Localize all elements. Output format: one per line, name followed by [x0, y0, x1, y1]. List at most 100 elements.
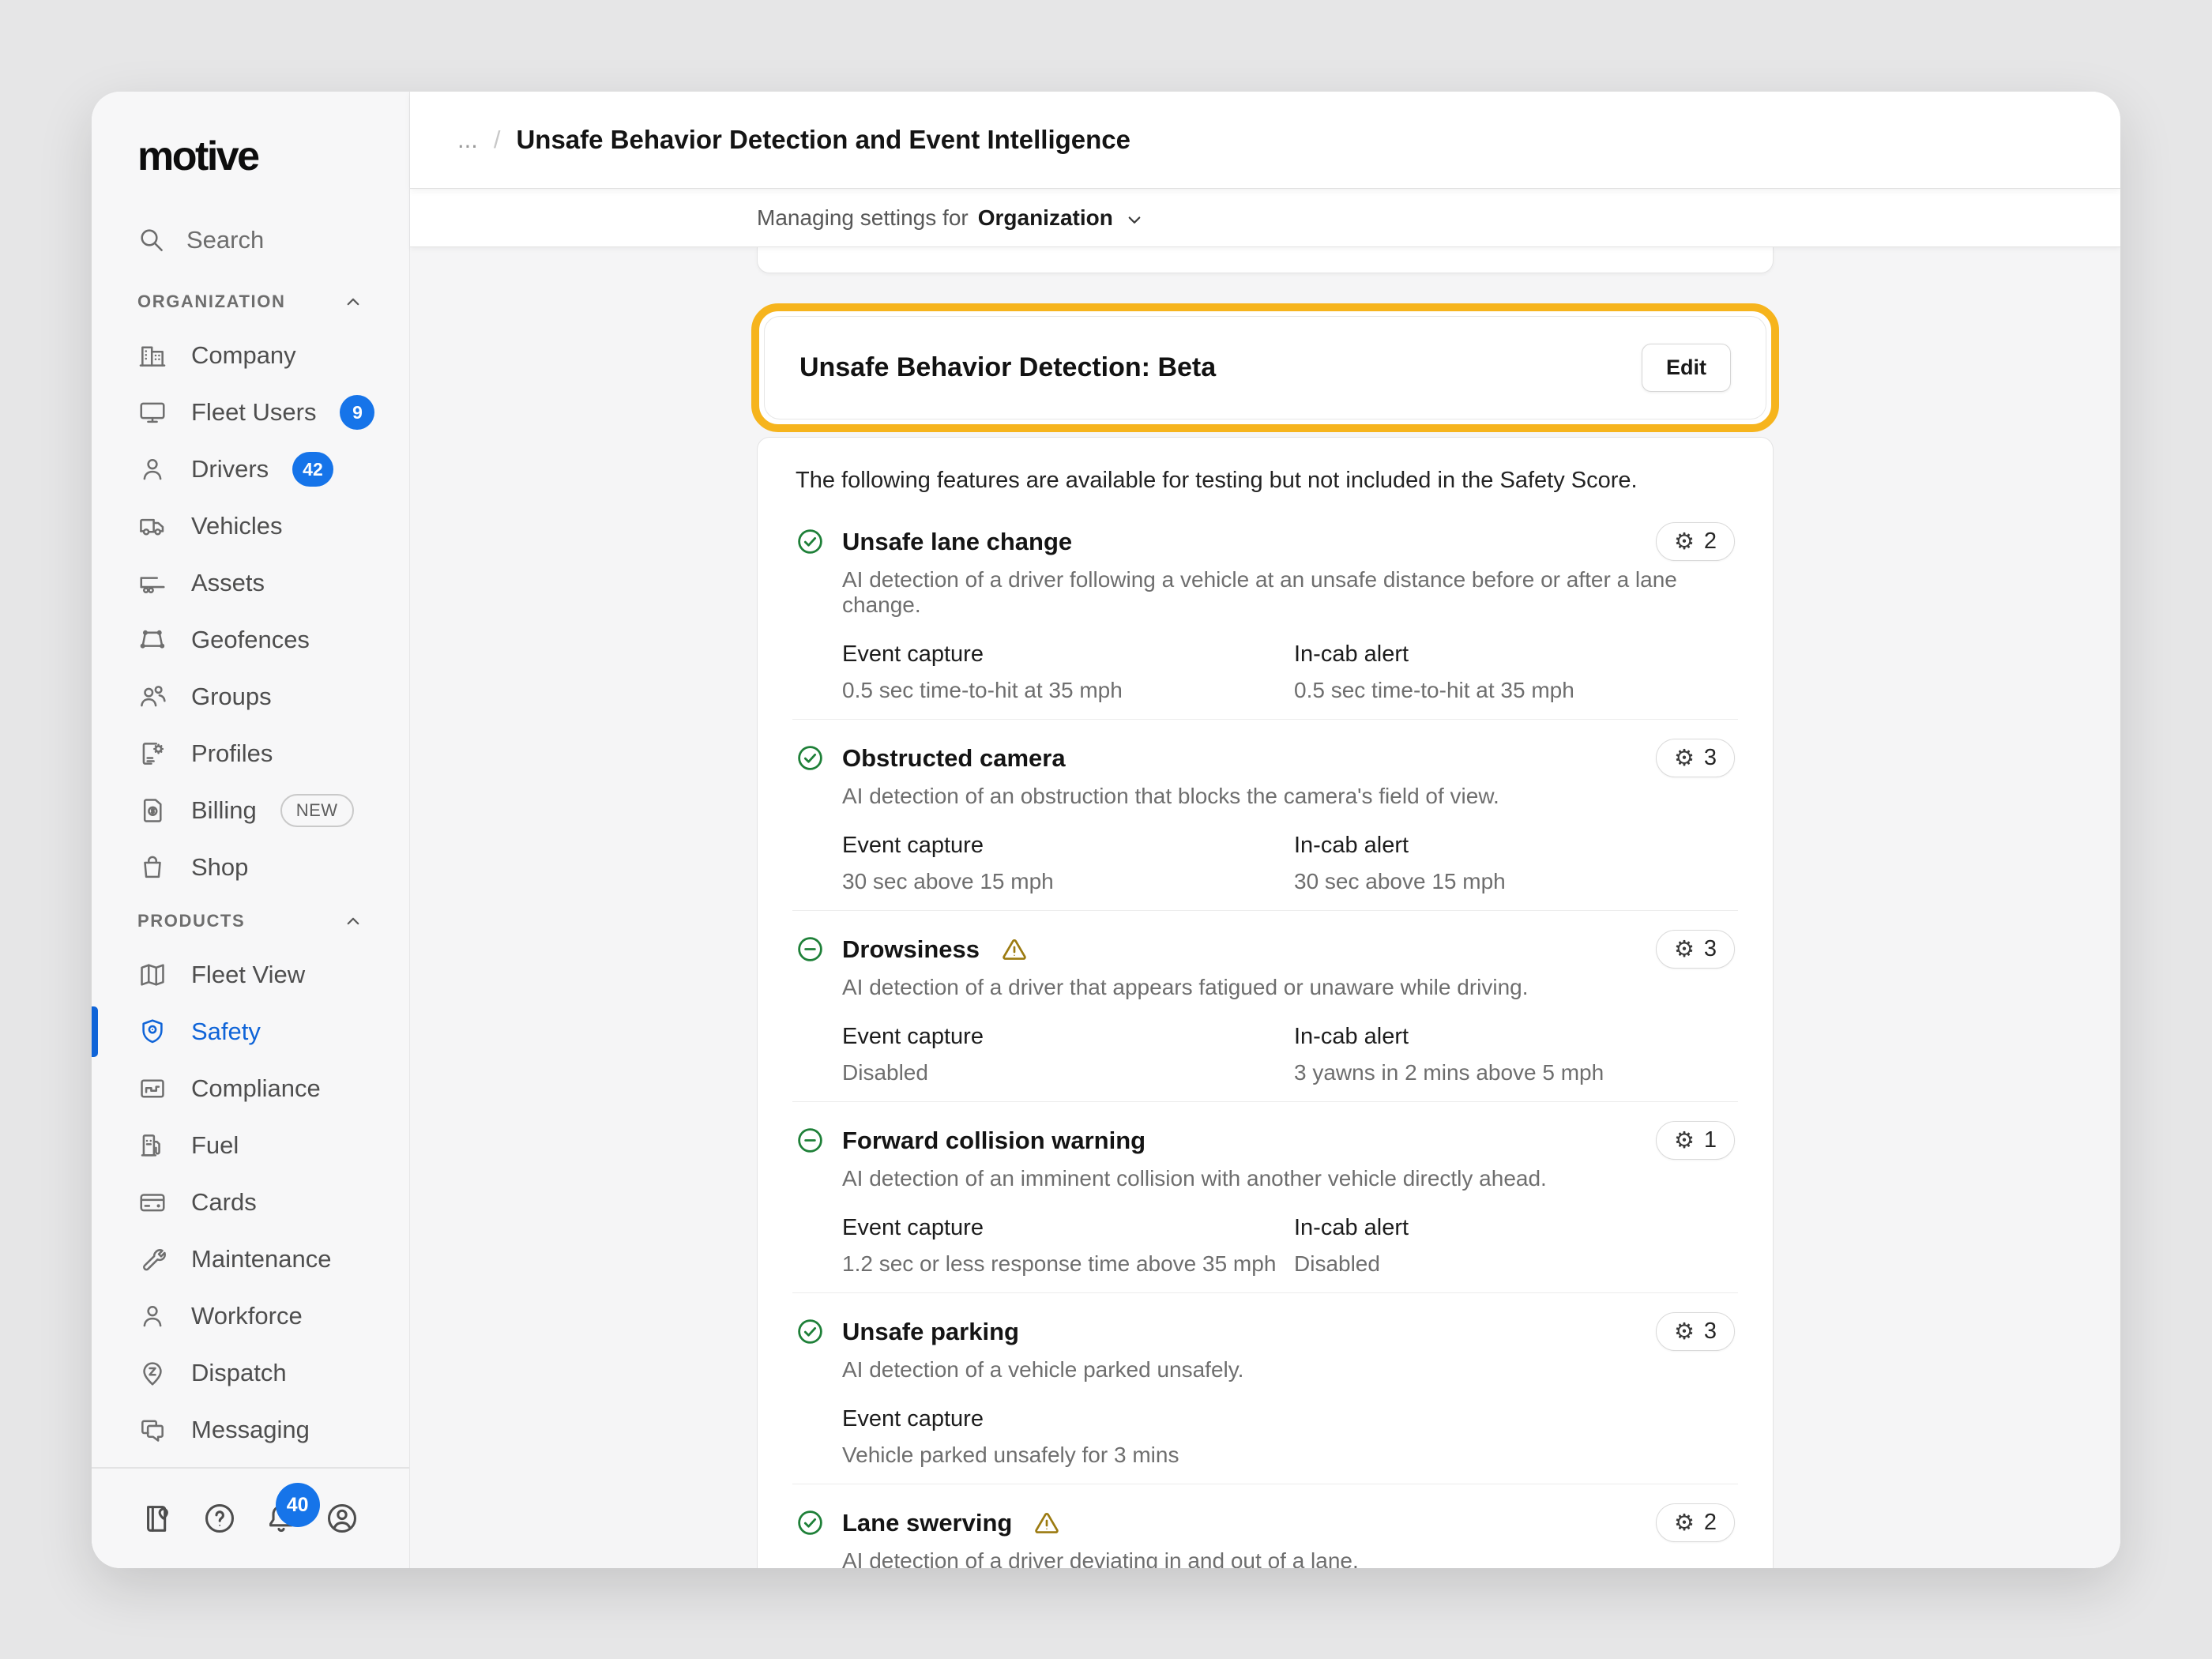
- notifications-bell-icon[interactable]: 40: [263, 1500, 299, 1537]
- gear-icon: ⚙: [1674, 1320, 1695, 1343]
- sidebar-item-label: Fleet View: [191, 961, 305, 989]
- sidebar-item-workforce[interactable]: Workforce: [92, 1288, 409, 1345]
- column-value: 1.2 sec or less response time above 35 m…: [842, 1251, 1294, 1277]
- feature-description: AI detection of an obstruction that bloc…: [842, 784, 1735, 809]
- sidebar-item-label: Shop: [191, 853, 248, 882]
- fuel-pump-icon: [137, 1130, 167, 1161]
- sidebar-item-label: Maintenance: [191, 1245, 332, 1273]
- feature-lane-swerving: Lane swerving ⚙ 2 AI detection of a driv…: [792, 1484, 1738, 1568]
- check-circle-icon: [796, 1508, 825, 1537]
- feature-settings-badge[interactable]: ⚙ 3: [1656, 930, 1735, 969]
- search-input[interactable]: Search: [137, 226, 409, 254]
- sidebar-item-shop[interactable]: Shop: [92, 839, 409, 896]
- sidebar-item-label: Groups: [191, 683, 272, 711]
- sidebar-item-billing[interactable]: Billing NEW: [92, 782, 409, 839]
- truck-icon: [137, 511, 167, 541]
- breadcrumb: ... / Unsafe Behavior Detection and Even…: [410, 92, 2120, 189]
- feature-setting-column: In-cab alert 3 yawns in 2 mins above 5 m…: [1294, 1024, 1735, 1085]
- sidebar-item-label: Dispatch: [191, 1359, 287, 1387]
- sidebar-section-label: ORGANIZATION: [137, 292, 285, 312]
- feature-description: AI detection of a driver deviating in an…: [842, 1548, 1735, 1568]
- chevron-up-icon[interactable]: [341, 290, 365, 314]
- beta-card-intro: The following features are available for…: [792, 438, 1738, 503]
- column-value: 0.5 sec time-to-hit at 35 mph: [1294, 678, 1735, 703]
- feature-settings-badge[interactable]: ⚙ 1: [1656, 1121, 1735, 1160]
- sidebar-item-label: Billing: [191, 796, 257, 825]
- sidebar-item-label: Messaging: [191, 1416, 310, 1444]
- warning-icon: [1000, 935, 1029, 964]
- sidebar-item-cards[interactable]: Cards: [92, 1174, 409, 1231]
- count-badge: 9: [340, 395, 374, 430]
- sidebar-item-groups[interactable]: Groups: [92, 668, 409, 725]
- chevron-up-icon[interactable]: [341, 909, 365, 933]
- guide-book-icon[interactable]: [141, 1500, 177, 1537]
- sidebar-item-label: Drivers: [191, 455, 269, 483]
- sidebar-item-vehicles[interactable]: Vehicles: [92, 498, 409, 555]
- sidebar-item-compliance[interactable]: Compliance: [92, 1060, 409, 1117]
- feature-settings-badge[interactable]: ⚙ 2: [1656, 522, 1735, 561]
- feature-settings-badge[interactable]: ⚙ 2: [1656, 1503, 1735, 1542]
- minus-circle-icon: [796, 935, 825, 964]
- column-label: Event capture: [842, 833, 1294, 859]
- feature-settings-badge[interactable]: ⚙ 3: [1656, 1312, 1735, 1351]
- feature-setting-column: In-cab alert Disabled: [1294, 1215, 1735, 1277]
- sidebar: motive Search ORGANIZATION Company Fleet: [92, 92, 410, 1568]
- sidebar-item-assets[interactable]: Assets: [92, 555, 409, 611]
- sidebar-item-label: Fleet Users: [191, 398, 316, 427]
- flowchart-icon: [137, 1074, 167, 1104]
- scope-prefix: Managing settings for: [757, 205, 969, 231]
- search-label: Search: [186, 226, 264, 254]
- gear-icon: ⚙: [1674, 747, 1695, 769]
- app-window: motive Search ORGANIZATION Company Fleet: [92, 92, 2120, 1568]
- settings-scroll-area: Unsafe Behavior Detection: Beta Edit The…: [410, 247, 2120, 1568]
- scope-value: Organization: [978, 205, 1113, 231]
- sidebar-section-organization[interactable]: ORGANIZATION: [92, 276, 409, 327]
- feature-unsafe-parking: Unsafe parking ⚙ 3 AI detection of a veh…: [792, 1293, 1738, 1484]
- sidebar-item-safety[interactable]: Safety: [92, 1003, 409, 1060]
- wrench-icon: [137, 1244, 167, 1274]
- feature-title: Drowsiness: [842, 935, 980, 964]
- column-label: In-cab alert: [1294, 833, 1735, 859]
- feature-settings-badge[interactable]: ⚙ 3: [1656, 739, 1735, 777]
- settings-count: 3: [1704, 936, 1717, 962]
- sidebar-item-label: Geofences: [191, 626, 310, 654]
- managing-scope-selector[interactable]: Managing settings for Organization: [410, 189, 2120, 247]
- sidebar-item-messaging[interactable]: Messaging: [92, 1401, 409, 1458]
- minus-circle-icon: [796, 1126, 825, 1155]
- sidebar-item-label: Safety: [191, 1018, 261, 1046]
- sidebar-item-drivers[interactable]: Drivers 42: [92, 441, 409, 498]
- sidebar-item-fleet-view[interactable]: Fleet View: [92, 946, 409, 1003]
- edit-button[interactable]: Edit: [1642, 344, 1731, 392]
- help-icon[interactable]: [201, 1500, 238, 1537]
- sidebar-item-fleet-users[interactable]: Fleet Users 9: [92, 384, 409, 441]
- sidebar-item-maintenance[interactable]: Maintenance: [92, 1231, 409, 1288]
- dispatch-pin-icon: [137, 1358, 167, 1388]
- sidebar-item-label: Company: [191, 341, 296, 370]
- sidebar-item-profiles[interactable]: Profiles: [92, 725, 409, 782]
- sidebar-item-label: Fuel: [191, 1131, 239, 1160]
- sidebar-item-company[interactable]: Company: [92, 327, 409, 384]
- account-icon[interactable]: [324, 1500, 360, 1537]
- feature-description: AI detection of a vehicle parked unsafel…: [842, 1357, 1735, 1382]
- gear-icon: ⚙: [1674, 938, 1695, 961]
- sidebar-item-geofences[interactable]: Geofences: [92, 611, 409, 668]
- invoice-icon: [137, 796, 167, 826]
- column-value: Vehicle parked unsafely for 3 mins: [842, 1443, 1735, 1468]
- chat-bubbles-icon: [137, 1415, 167, 1445]
- breadcrumb-ellipsis[interactable]: ...: [457, 126, 478, 154]
- sidebar-item-dispatch[interactable]: Dispatch: [92, 1345, 409, 1401]
- column-label: Event capture: [842, 1024, 1294, 1050]
- sidebar-section-products[interactable]: PRODUCTS: [92, 896, 409, 946]
- check-circle-icon: [796, 743, 825, 773]
- previous-card-partial: [757, 247, 1774, 273]
- settings-count: 2: [1704, 1510, 1717, 1536]
- column-value: 0.5 sec time-to-hit at 35 mph: [842, 678, 1294, 703]
- gear-icon: ⚙: [1674, 1511, 1695, 1534]
- sidebar-section-platform[interactable]: PLATFORM: [92, 1458, 409, 1467]
- shopping-bag-icon: [137, 852, 167, 882]
- feature-title: Obstructed camera: [842, 744, 1066, 773]
- count-badge: 42: [292, 452, 333, 487]
- feature-drowsiness: Drowsiness ⚙ 3 AI detection of a driver …: [792, 911, 1738, 1102]
- sidebar-item-fuel[interactable]: Fuel: [92, 1117, 409, 1174]
- feature-forward-collision-warning: Forward collision warning ⚙ 1 AI detecti…: [792, 1102, 1738, 1293]
